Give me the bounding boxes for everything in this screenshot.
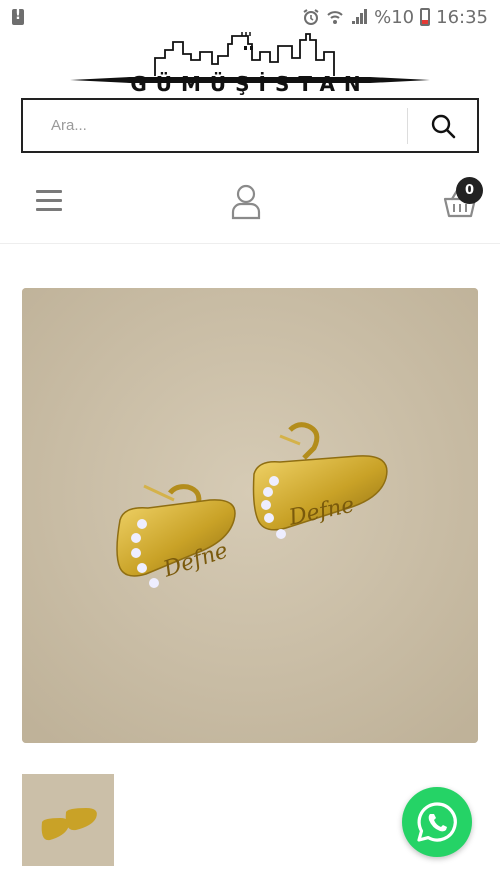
battery-icon bbox=[420, 8, 431, 26]
menu-button[interactable] bbox=[36, 190, 62, 212]
whatsapp-button[interactable] bbox=[402, 787, 472, 857]
status-bar: %10 16:35 bbox=[0, 0, 500, 34]
alarm-icon bbox=[303, 9, 319, 25]
cart-count-badge: 0 bbox=[456, 177, 483, 204]
clock: 16:35 bbox=[436, 6, 488, 28]
alert-icon bbox=[12, 8, 24, 25]
search-button[interactable] bbox=[407, 107, 477, 144]
signal-icon bbox=[352, 9, 368, 24]
earrings-photo: Defne Defne bbox=[22, 288, 478, 743]
brand-name: GÜMÜŞİSTAN bbox=[130, 72, 370, 96]
product-thumbnail[interactable] bbox=[22, 774, 114, 866]
user-icon[interactable] bbox=[230, 184, 262, 220]
search-input[interactable] bbox=[23, 100, 407, 151]
search-icon bbox=[431, 114, 455, 138]
earrings-thumbnail-photo bbox=[22, 774, 114, 866]
page: %10 16:35 GÜMÜŞİSTAN bbox=[0, 0, 500, 888]
brand-logo[interactable]: GÜMÜŞİSTAN bbox=[0, 30, 500, 100]
product-image[interactable]: Defne Defne bbox=[22, 288, 478, 743]
search-bar bbox=[21, 98, 479, 153]
header-nav bbox=[0, 160, 500, 244]
battery-text: %10 bbox=[374, 6, 415, 28]
wifi-icon bbox=[327, 11, 343, 24]
whatsapp-icon bbox=[417, 802, 457, 842]
